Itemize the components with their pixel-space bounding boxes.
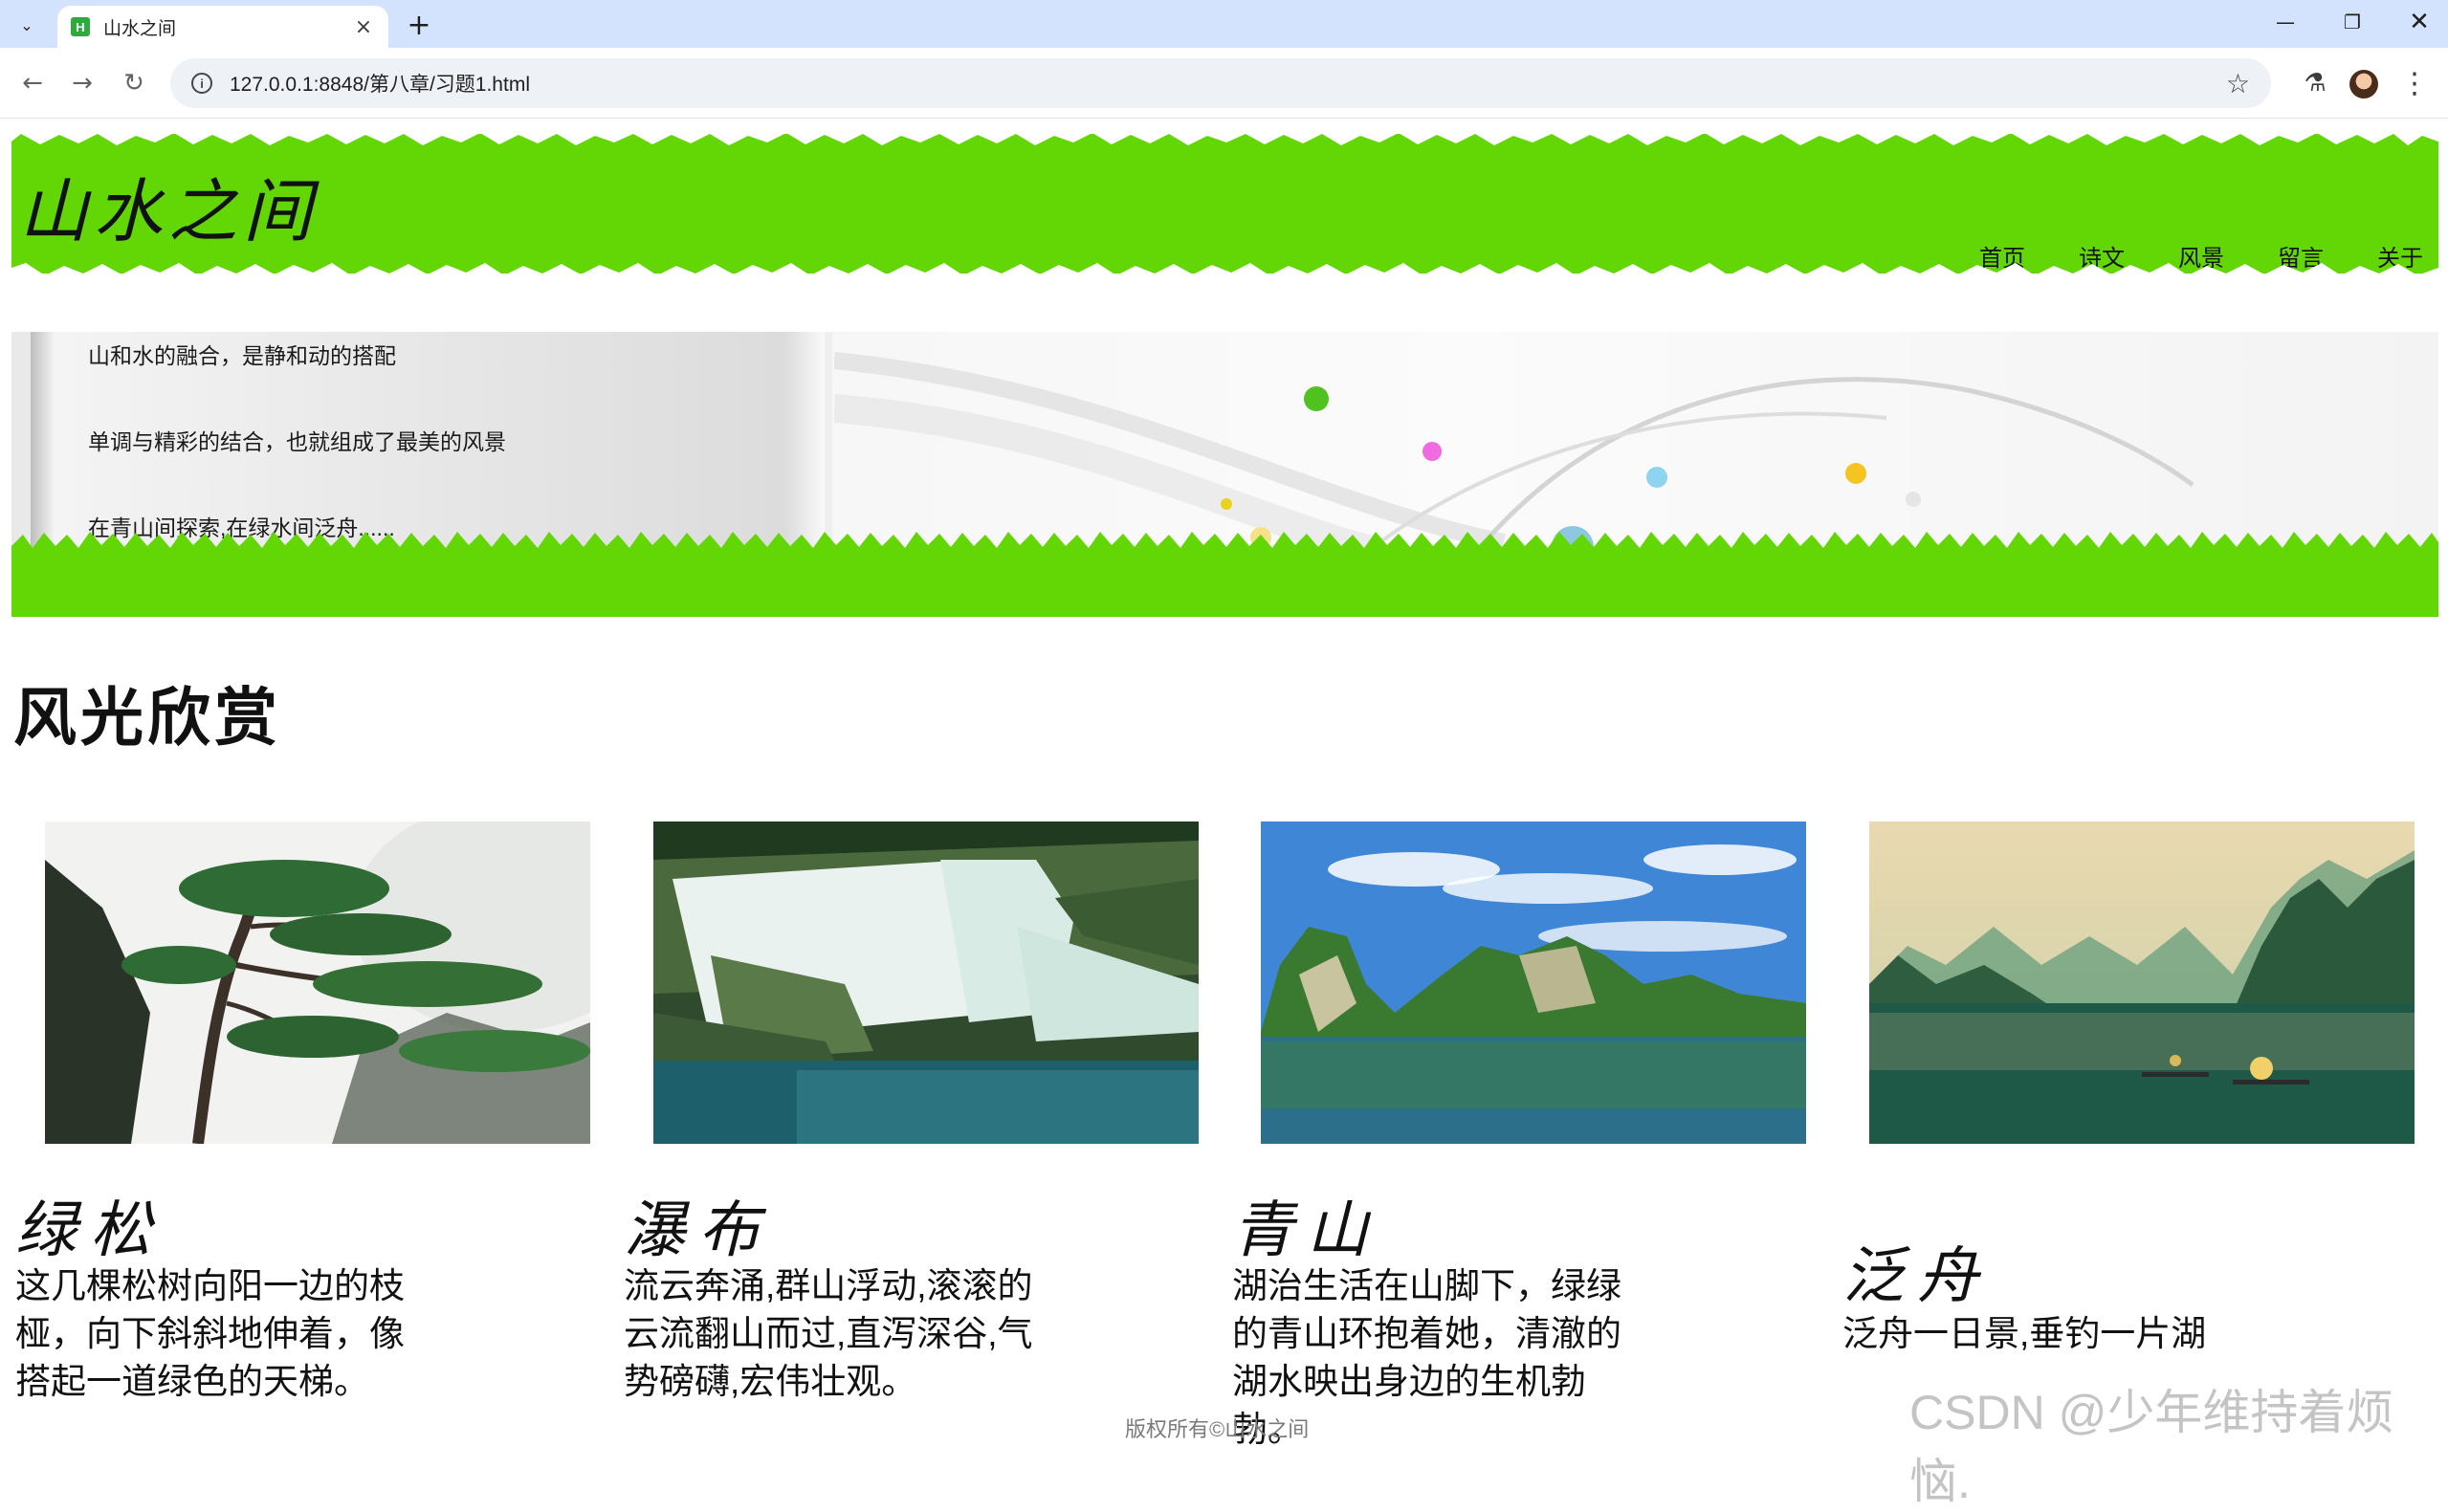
tab-title: 山水之间 [103,17,177,39]
site-title: 山水之间 [19,171,319,252]
back-arrow-icon[interactable]: ← [13,64,52,102]
grass-edge-bottom [11,263,2438,283]
favicon-icon: H [71,17,90,36]
profile-avatar[interactable] [2349,70,2378,99]
card-desc-line: 流云奔涌,群山浮动,滚滚的 [624,1266,1033,1305]
labs-flask-icon[interactable]: ⚗ [2296,64,2334,102]
watermark: CSDN @少年维持着烦恼. [1909,1386,2394,1508]
card-desc-line: 桠，向下斜斜地伸着，像 [15,1314,405,1353]
footer-copyright: 版权所有©山水之间 [1125,1417,1310,1441]
browser-toolbar: ← → ↻ i 127.0.0.1:8848/第八章/习题1.html ☆ ⚗ … [0,48,2448,119]
card-desc-line: 云流翻山而过,直泻深谷,气 [624,1314,1033,1353]
grass-edge-banner [11,532,2438,556]
url-text[interactable]: 127.0.0.1:8848/第八章/习题1.html [230,69,2226,98]
site-header: 山水之间 首页 诗文 风景 留言 关于 [11,128,2438,283]
card-desc-pine: 这几棵松树向阳一边的枝 桠，向下斜斜地伸着，像 搭起一道绿色的天梯。 [15,1262,436,1406]
grass-edge-top [11,128,2438,145]
tab-search-chevron-icon[interactable]: ⌄ [11,10,42,40]
browser-tab-strip: ⌄ H 山水之间 × + — ❐ ✕ [0,0,2448,48]
section-title: 风光欣赏 [13,680,281,755]
hero-banner: 山和水的融合，是静和动的搭配 单调与精彩的结合，也就组成了最美的风景 在青山间探… [11,332,2438,550]
banner-grass [11,532,2438,617]
browser-tab[interactable]: H 山水之间 × [57,6,388,48]
boating-image [1869,822,2415,1144]
gallery-image-mountains[interactable] [1261,822,1806,1144]
banner-line: 单调与精彩的结合，也就组成了最美的风景 [88,429,506,454]
banner-decoration [834,352,2194,550]
window-close-icon[interactable]: ✕ [2386,0,2448,44]
card-title-waterfall: 瀑布 [624,1195,773,1266]
page-content: 山水之间 首页 诗文 风景 留言 关于 山和水的融合，是静和动的搭配 单调与精彩… [0,120,2448,1508]
card-desc-line: 势磅礴,宏伟壮观。 [624,1362,917,1401]
site-info-icon[interactable]: i [191,73,212,94]
gallery-image-waterfall[interactable] [653,822,1199,1144]
card-title-mountains: 青山 [1232,1195,1381,1266]
close-tab-icon[interactable]: × [352,15,375,39]
card-desc-line: 搭起一道绿色的天梯。 [15,1362,369,1401]
gallery-image-pine[interactable] [45,822,590,1144]
banner-text-panel: 山和水的融合，是静和动的搭配 单调与精彩的结合，也就组成了最美的风景 在青山间探… [31,332,832,550]
card-desc-line: 这几棵松树向阳一边的枝 [15,1266,405,1305]
card-title-boating: 泛舟 [1842,1241,1992,1312]
restore-icon[interactable]: ❐ [2319,0,2386,44]
gallery-image-boating[interactable] [1869,822,2415,1144]
card-title-pine: 绿松 [15,1195,165,1266]
pine-tree-image [45,822,590,1144]
waterfall-image [653,822,1199,1144]
new-tab-plus-icon[interactable]: + [402,8,436,42]
menu-kebab-icon[interactable]: ⋮ [2395,64,2434,102]
minimize-icon[interactable]: — [2252,0,2319,44]
banner-line: 山和水的融合，是静和动的搭配 [88,343,396,368]
card-desc-line: 的青山环抱着她，清澈的 [1232,1314,1621,1353]
forward-arrow-icon[interactable]: → [63,64,101,102]
address-bar[interactable]: i 127.0.0.1:8848/第八章/习题1.html ☆ [170,58,2271,108]
reload-icon[interactable]: ↻ [115,64,153,102]
card-desc-boating: 泛舟一日景,垂钓一片湖 [1842,1310,2263,1358]
card-desc-waterfall: 流云奔涌,群山浮动,滚滚的 云流翻山而过,直泻深谷,气 势磅礴,宏伟壮观。 [624,1262,1045,1406]
card-desc-line: 湖治生活在山脚下，绿绿 [1232,1266,1621,1305]
bookmark-star-icon[interactable]: ☆ [2226,68,2250,99]
green-mountains-image [1261,822,1806,1144]
card-desc-line: 泛舟一日景,垂钓一片湖 [1842,1314,2207,1353]
